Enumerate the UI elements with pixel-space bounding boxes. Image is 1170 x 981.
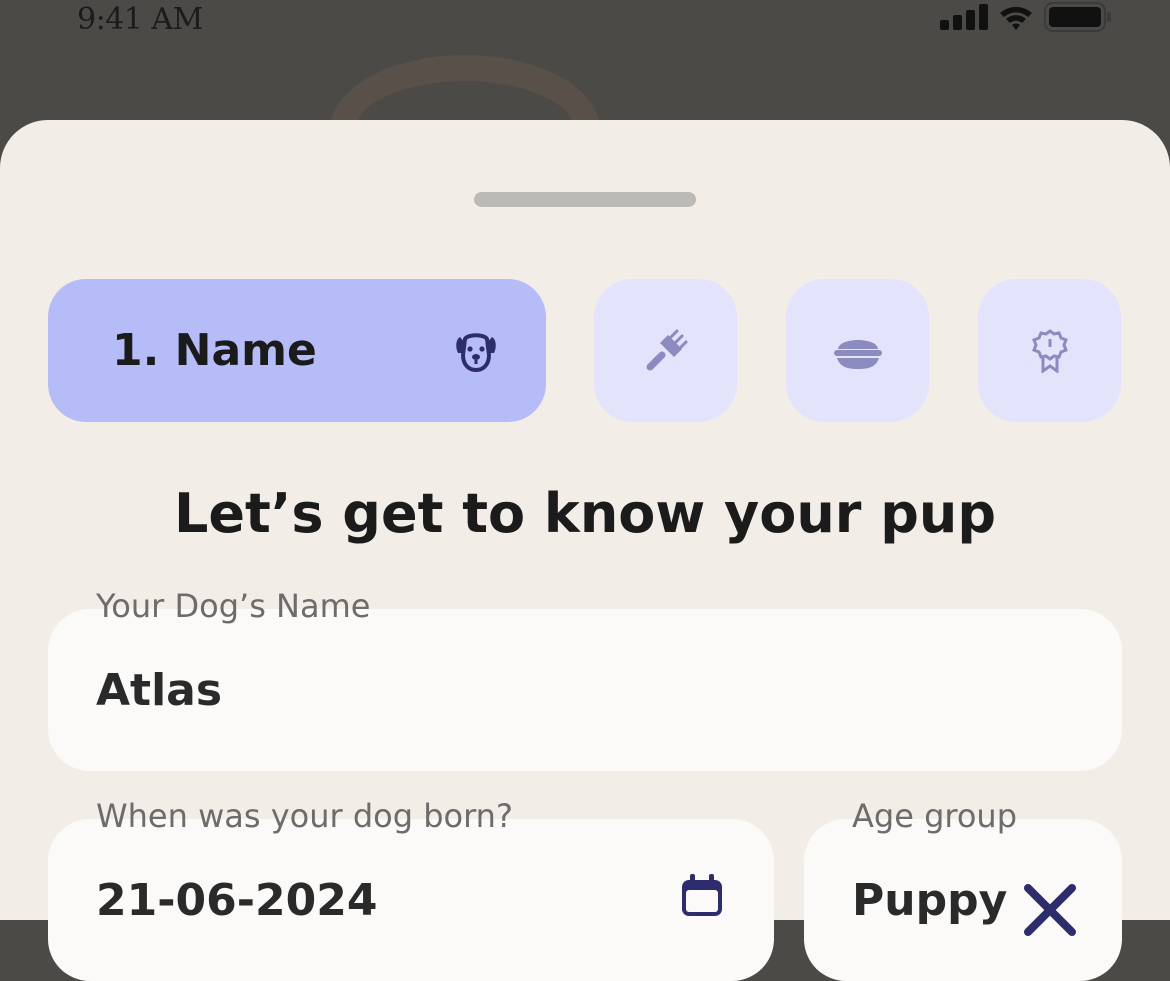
status-icons — [940, 2, 1112, 32]
award-badge-icon — [1031, 328, 1068, 373]
dog-name-label: Your Dog’s Name — [96, 587, 371, 625]
page-heading: Let’s get to know your pup — [174, 482, 996, 545]
step-food[interactable] — [786, 279, 929, 422]
step-name[interactable]: 1. Name — [48, 279, 546, 422]
close-icon[interactable] — [1022, 882, 1078, 942]
status-time: 9:41 AM — [77, 2, 203, 37]
bottom-sheet: 1. Name Let’s get to know your pup Your … — [0, 120, 1170, 981]
calendar-icon[interactable] — [680, 874, 724, 922]
battery-icon — [1044, 1, 1112, 33]
step-achievement[interactable] — [978, 279, 1121, 422]
brush-icon — [644, 329, 688, 373]
cellular-signal-icon — [940, 4, 988, 30]
sheet-drag-handle[interactable] — [474, 192, 696, 207]
age-group-value: Puppy — [852, 875, 1008, 926]
food-bowl-icon — [833, 331, 883, 371]
birth-date-label: When was your dog born? — [96, 797, 513, 835]
age-group-label: Age group — [852, 797, 1017, 835]
dog-face-icon — [454, 329, 498, 373]
dog-name-value: Atlas — [96, 665, 223, 716]
step-name-label: 1. Name — [112, 325, 317, 376]
status-bar: 9:41 AM — [0, 0, 1170, 60]
step-grooming[interactable] — [594, 279, 737, 422]
wifi-icon — [998, 3, 1034, 31]
birth-date-value: 21-06-2024 — [96, 875, 378, 926]
